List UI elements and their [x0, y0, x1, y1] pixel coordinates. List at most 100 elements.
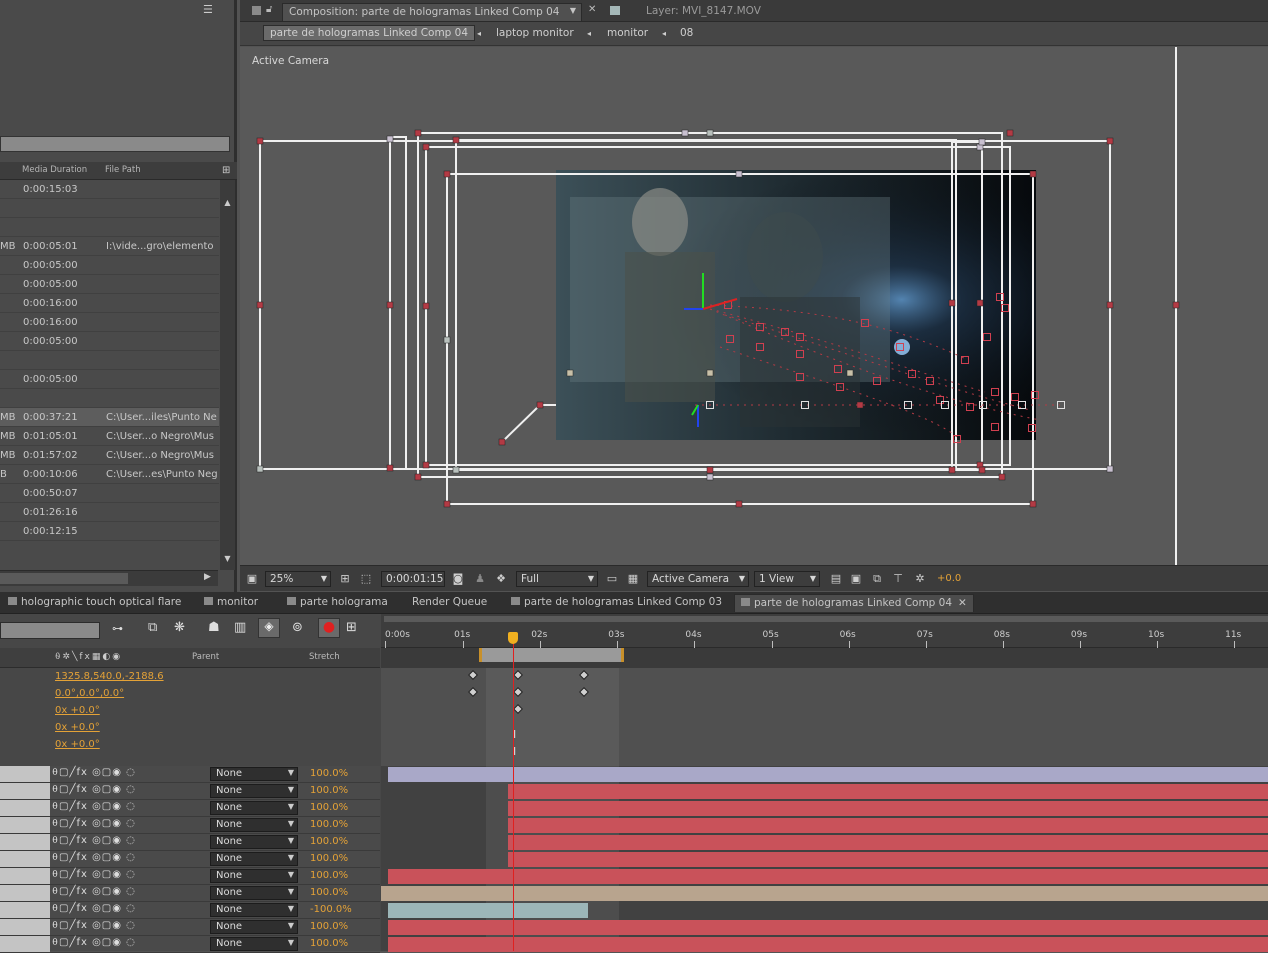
- stretch-value[interactable]: 100.0%: [310, 921, 348, 932]
- layer-switches[interactable]: ⍬▢╱fx ◎▢◉ ◌: [52, 869, 136, 880]
- panel-menu-icon[interactable]: ☰: [203, 3, 221, 17]
- property-value[interactable]: 0x +0.0°: [55, 722, 100, 733]
- transform-handle[interactable]: [422, 461, 430, 469]
- project-list-item[interactable]: 0:00:12:15: [0, 522, 219, 541]
- parent-select[interactable]: None ▼: [210, 852, 298, 866]
- keyframe-area[interactable]: II: [381, 668, 1268, 766]
- project-vertical-scrollbar[interactable]: ▲ ▼: [220, 180, 235, 570]
- layer-row[interactable]: ⍬▢╱fx ◎▢◉ ◌ None ▼ 100.0%: [0, 766, 380, 783]
- transform-handle[interactable]: [978, 138, 986, 146]
- always-preview-icon[interactable]: ▣: [244, 571, 260, 587]
- project-horizontal-scrollbar[interactable]: ▶: [0, 570, 218, 586]
- layer-search-input[interactable]: [0, 622, 100, 639]
- project-list-item[interactable]: 0:00:16:00: [0, 294, 219, 313]
- layer-name-cell[interactable]: [0, 885, 50, 901]
- layer-duration-bar[interactable]: [388, 937, 1268, 952]
- tab-holographic-touch-optical-flare[interactable]: holographic touch optical flare: [2, 594, 187, 612]
- project-list-item[interactable]: 0:00:05:00: [0, 256, 219, 275]
- transform-handle[interactable]: [443, 336, 451, 344]
- transform-handle[interactable]: [536, 401, 544, 409]
- transform-handle[interactable]: [452, 466, 460, 474]
- frame-blending-icon[interactable]: ▥: [234, 620, 246, 635]
- stretch-value[interactable]: 100.0%: [310, 853, 348, 864]
- mask-visibility-icon[interactable]: ⬚: [358, 571, 374, 587]
- layer-duration-bar[interactable]: [388, 903, 588, 918]
- project-list-item[interactable]: MB 0:00:05:01 I:\vide...gro\elemento: [0, 237, 219, 256]
- parent-select[interactable]: None ▼: [210, 767, 298, 781]
- transform-handle[interactable]: [976, 299, 984, 307]
- property-value[interactable]: 1325.8,540.0,-2188.6: [55, 671, 164, 682]
- magnification-select[interactable]: 25% ▼: [265, 571, 331, 587]
- stretch-value[interactable]: 100.0%: [310, 819, 348, 830]
- keyframe-diamond[interactable]: [513, 687, 523, 697]
- keyframe-diamond[interactable]: [513, 704, 523, 714]
- breadcrumb-item[interactable]: parte de hologramas Linked Comp 04: [263, 25, 476, 41]
- parent-select[interactable]: None ▼: [210, 886, 298, 900]
- layer-row[interactable]: ⍬▢╱fx ◎▢◉ ◌ None ▼ 100.0%: [0, 868, 380, 885]
- transform-handle[interactable]: [978, 466, 986, 474]
- layer-switches[interactable]: ⍬▢╱fx ◎▢◉ ◌: [52, 852, 136, 863]
- layer-name-cell[interactable]: [0, 834, 50, 850]
- layer-row[interactable]: ⍬▢╱fx ◎▢◉ ◌ None ▼ 100.0%: [0, 783, 380, 800]
- layer-row[interactable]: ⍬▢╱fx ◎▢◉ ◌ None ▼ 100.0%: [0, 851, 380, 868]
- project-search-input[interactable]: [0, 136, 230, 152]
- transform-handle[interactable]: [735, 500, 743, 508]
- parent-select[interactable]: None ▼: [210, 784, 298, 798]
- layer-name-cell[interactable]: [0, 902, 50, 918]
- project-list-item[interactable]: [0, 351, 219, 370]
- transform-handle[interactable]: [948, 466, 956, 474]
- keyframe-diamond[interactable]: [579, 670, 589, 680]
- project-list-item[interactable]: 0:00:05:00: [0, 370, 219, 389]
- transform-handle[interactable]: [256, 137, 264, 145]
- transform-handle[interactable]: [386, 464, 394, 472]
- flowchart-icon[interactable]: ⊞: [222, 165, 230, 176]
- layer-name-cell[interactable]: [0, 766, 50, 782]
- transform-handle[interactable]: [1172, 301, 1180, 309]
- layer-name-cell[interactable]: [0, 919, 50, 935]
- column-parent[interactable]: Parent: [192, 652, 219, 662]
- parent-select[interactable]: None ▼: [210, 920, 298, 934]
- layer-switches[interactable]: ⍬▢╱fx ◎▢◉ ◌: [52, 767, 136, 778]
- comp-mini-flowchart-icon[interactable]: ⊶: [112, 622, 123, 635]
- breadcrumb-item[interactable]: monitor: [607, 27, 648, 39]
- stretch-value[interactable]: 100.0%: [310, 768, 348, 779]
- layer-name-cell[interactable]: [0, 851, 50, 867]
- transform-handle[interactable]: [414, 129, 422, 137]
- layer-switches[interactable]: ⍬▢╱fx ◎▢◉ ◌: [52, 784, 136, 795]
- work-area-bar[interactable]: [381, 648, 1268, 668]
- transform-handle[interactable]: [1029, 500, 1037, 508]
- view-layout-select[interactable]: 1 View ▼: [754, 571, 820, 587]
- exposure-value[interactable]: +0.0: [937, 573, 961, 584]
- parent-select[interactable]: None ▼: [210, 903, 298, 917]
- fast-previews-icon[interactable]: ▣: [848, 571, 864, 587]
- parent-select[interactable]: None ▼: [210, 835, 298, 849]
- tab-layer[interactable]: Layer: MVI_8147.MOV: [640, 3, 767, 21]
- transform-handle[interactable]: [948, 299, 956, 307]
- layer-switches[interactable]: ⍬▢╱fx ◎▢◉ ◌: [52, 886, 136, 897]
- transform-handle[interactable]: [443, 170, 451, 178]
- scroll-right-icon[interactable]: ▶: [204, 572, 211, 582]
- transparency-grid-icon[interactable]: ▦: [625, 571, 641, 587]
- stretch-value[interactable]: -100.0%: [310, 904, 352, 915]
- scroll-down-icon[interactable]: ▼: [221, 554, 234, 564]
- tab-parte-holograma[interactable]: parte holograma: [281, 594, 394, 612]
- layer-duration-bar[interactable]: [508, 835, 1268, 850]
- project-list-item[interactable]: 0:00:05:00: [0, 275, 219, 294]
- project-list-item[interactable]: MB 0:00:37:21 C:\User...iles\Punto Ne: [0, 408, 219, 427]
- draft-3d-icon[interactable]: ❋: [174, 620, 185, 635]
- project-list-item[interactable]: 0:00:50:07: [0, 484, 219, 503]
- transform-handle[interactable]: [443, 500, 451, 508]
- property-value[interactable]: 0x +0.0°: [55, 705, 100, 716]
- layer-bars-area[interactable]: [381, 766, 1268, 952]
- layer-switches[interactable]: ⍬▢╱fx ◎▢◉ ◌: [52, 818, 136, 829]
- layer-row[interactable]: ⍬▢╱fx ◎▢◉ ◌ None ▼ 100.0%: [0, 834, 380, 851]
- transform-handle[interactable]: [1106, 301, 1114, 309]
- layer-duration-bar[interactable]: [508, 784, 1268, 799]
- project-list-item[interactable]: 0:00:15:03: [0, 180, 219, 199]
- toggle-pixel-aspect-icon[interactable]: ▤: [828, 571, 844, 587]
- project-list-item[interactable]: [0, 389, 219, 408]
- hide-shy-layers-icon[interactable]: ☗: [208, 620, 220, 635]
- breadcrumb-item[interactable]: laptop monitor: [496, 27, 574, 39]
- chevron-down-icon[interactable]: ▼: [570, 6, 576, 15]
- layer-duration-bar[interactable]: [388, 920, 1268, 935]
